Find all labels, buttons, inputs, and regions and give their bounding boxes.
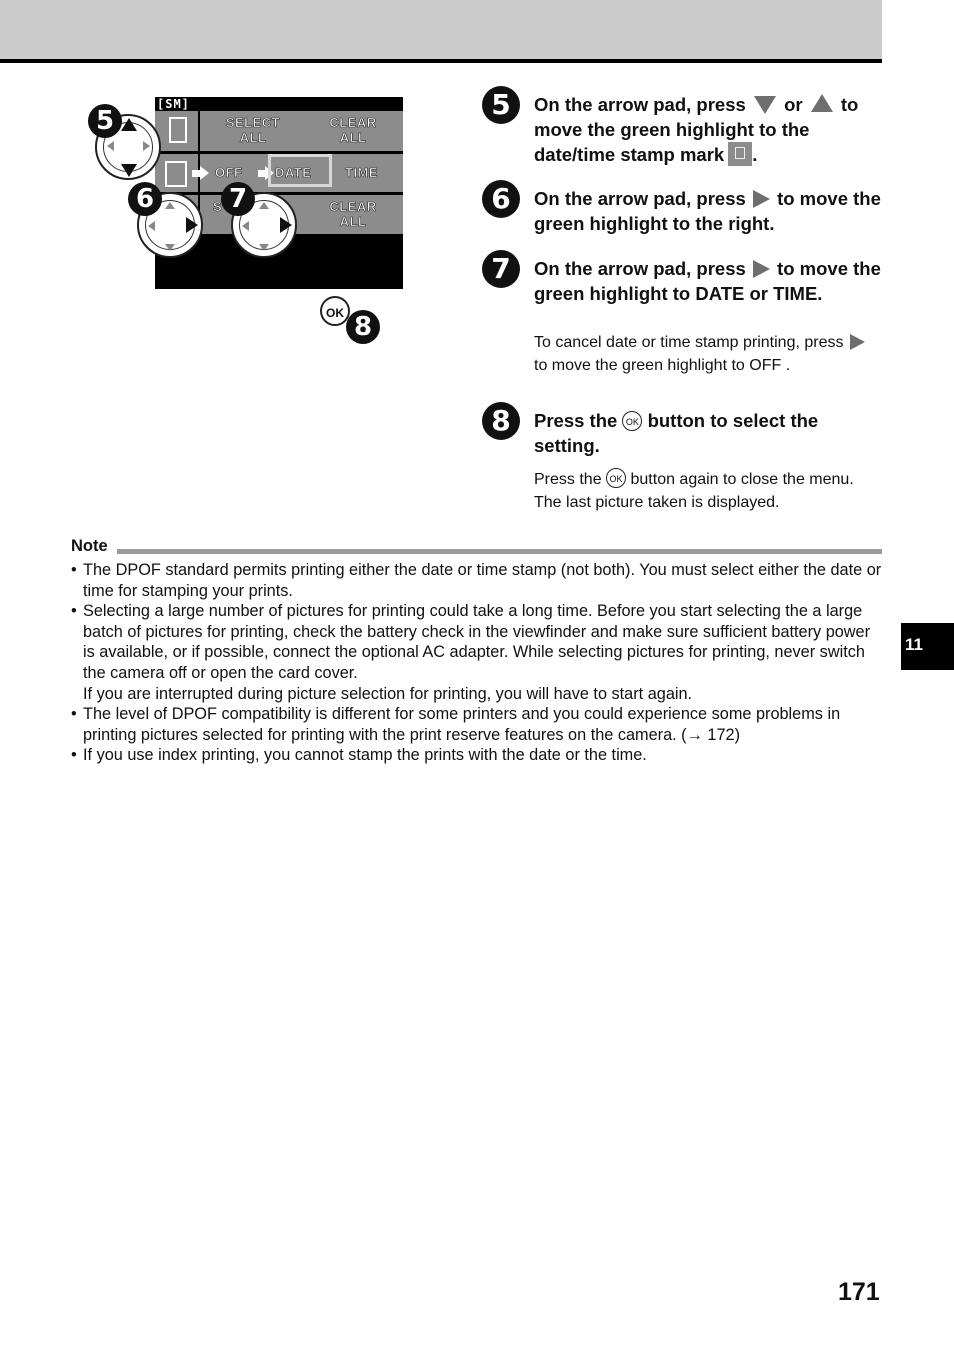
note-item: The DPOF standard permits printing eithe… <box>71 560 886 601</box>
arrow-down-icon <box>259 244 269 251</box>
arrow-right-icon <box>192 170 200 177</box>
arrow-right-icon <box>752 260 770 278</box>
arrow-left-icon <box>242 221 249 231</box>
header-band <box>0 0 882 59</box>
step-8: 8 Press the OK button to select the sett… <box>482 402 892 522</box>
arrow-right-icon <box>200 166 209 180</box>
clear-all-label: CLEAR ALL <box>329 115 377 146</box>
arrow-right-icon <box>280 217 292 233</box>
step-number: 6 <box>482 180 520 218</box>
arrow-right-icon <box>143 141 150 151</box>
arrow-right-icon <box>849 334 865 350</box>
date-stamp-mark-icon <box>728 142 753 166</box>
select-all-label: SELECT ALL <box>225 115 281 146</box>
page-number: 171 <box>838 1278 880 1306</box>
callout-step5: 5 <box>88 104 122 138</box>
callout-step6: 6 <box>128 182 162 216</box>
date-option: DATE <box>275 165 312 181</box>
callout-step8: 8 <box>346 310 380 344</box>
step-number: 5 <box>482 86 520 124</box>
arrow-down-icon <box>165 244 175 251</box>
ok-button-icon: OK <box>320 296 350 326</box>
time-option: TIME <box>345 165 379 181</box>
note-item: If you use index printing, you cannot st… <box>71 745 886 766</box>
step-7: 7 On the arrow pad, press to move the gr… <box>482 250 892 400</box>
arrow-up-icon <box>165 202 175 209</box>
ok-button-icon: OK <box>622 411 643 431</box>
chapter-tab: 11 <box>901 623 954 670</box>
step-heading: On the arrow pad, press to move the gree… <box>534 258 881 304</box>
arrow-up-icon <box>259 202 269 209</box>
arrow-up-icon <box>810 94 833 112</box>
step-5: 5 On the arrow pad, press or to move the… <box>482 86 892 176</box>
arrow-down-icon <box>121 164 137 177</box>
ok-button-icon: OK <box>606 468 627 488</box>
note-item: The level of DPOF compatibility is diffe… <box>71 704 886 745</box>
clear-all-label-2: CLEAR ALL <box>329 199 377 230</box>
camera-menu-screen: [SM] SELECT ALL CLEAR ALL OFF DATE TIME … <box>155 97 403 289</box>
note-item: Selecting a large number of pictures for… <box>71 601 886 683</box>
note-list: The DPOF standard permits printing eithe… <box>71 560 886 766</box>
off-option: OFF <box>215 165 243 181</box>
print-frame-icon <box>169 117 187 143</box>
screen-title: [SM] <box>157 97 190 111</box>
note-rule <box>117 549 882 554</box>
arrow-left-icon <box>148 221 155 231</box>
arrow-down-icon <box>753 96 776 114</box>
step-body: Press the OK button again to close the m… <box>534 468 884 514</box>
step-number: 7 <box>482 250 520 288</box>
arrow-up-icon <box>121 118 137 131</box>
arrow-right-icon <box>752 190 770 208</box>
arrow-right-icon <box>186 217 198 233</box>
header-rule <box>0 59 882 63</box>
date-stamp-icon <box>165 161 187 187</box>
step-heading: Press the OK button to select the settin… <box>534 410 819 456</box>
arrow-left-icon <box>107 141 114 151</box>
step-heading: On the arrow pad, press or to move the g… <box>534 94 859 166</box>
note-item-continuation: If you are interrupted during picture se… <box>83 684 693 703</box>
callout-step7: 7 <box>221 182 255 216</box>
step-6: 6 On the arrow pad, press to move the gr… <box>482 180 892 240</box>
step-body: To cancel date or time stamp printing, p… <box>534 332 884 377</box>
step-number: 8 <box>482 402 520 440</box>
note-label: Note <box>71 537 108 555</box>
step-heading: On the arrow pad, press to move the gree… <box>534 188 881 234</box>
